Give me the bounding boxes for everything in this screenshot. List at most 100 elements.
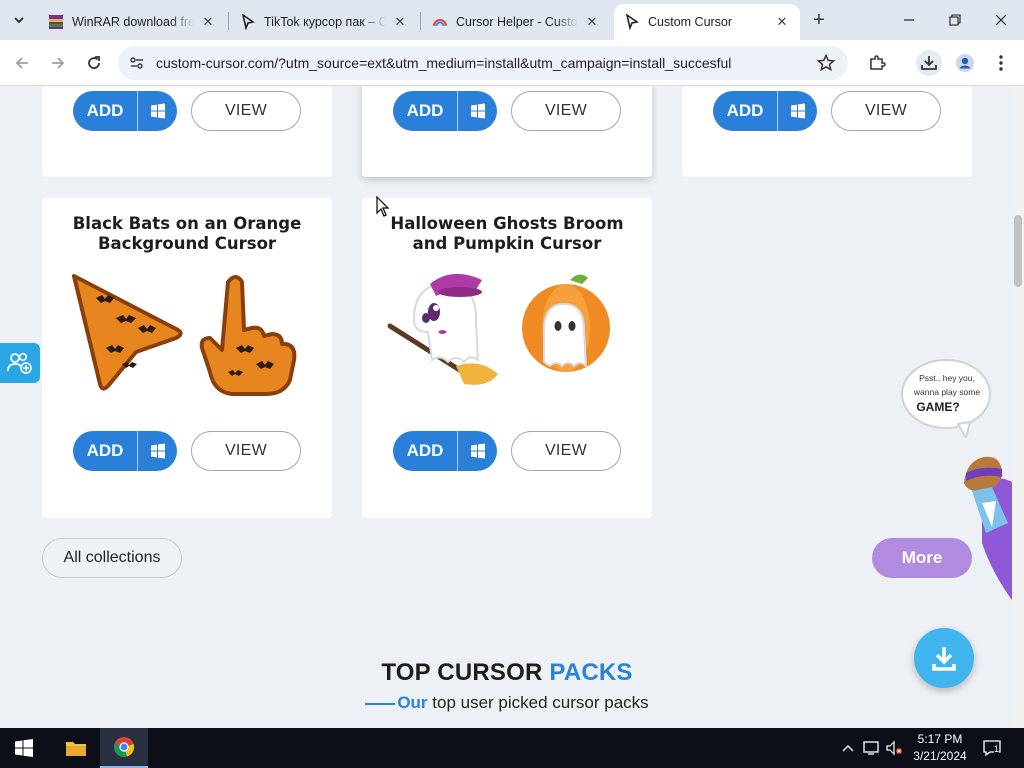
- profile-button[interactable]: [952, 50, 978, 76]
- downloads-button[interactable]: [916, 50, 942, 76]
- tab-separator: [228, 12, 229, 30]
- add-button[interactable]: ADD: [713, 91, 817, 131]
- arrow-left-icon: [15, 57, 28, 69]
- windows-icon[interactable]: [457, 431, 497, 471]
- bubble-text-3: GAME?: [916, 400, 960, 414]
- view-button[interactable]: VIEW: [511, 91, 621, 131]
- chrome-taskbar-button[interactable]: [100, 728, 148, 768]
- minimize-icon: [904, 19, 914, 21]
- section-subtitle: Our top user picked cursor packs: [0, 693, 1014, 713]
- accent-line: [365, 702, 396, 705]
- chevron-down-icon: [14, 17, 24, 24]
- add-label: ADD: [726, 101, 764, 120]
- community-widget-button[interactable]: [0, 343, 40, 383]
- close-icon[interactable]: ✕: [584, 14, 600, 30]
- close-window-button[interactable]: [978, 0, 1024, 40]
- site-settings-icon[interactable]: [128, 54, 146, 72]
- section-title-accent: PACKS: [549, 659, 633, 686]
- scrollbar-thumb[interactable]: [1014, 215, 1022, 287]
- page-viewport: ADD VIEW ADD VIEW ADD VIEW Black Bats on…: [0, 87, 1024, 728]
- bat-cursor-image: [72, 274, 297, 396]
- section-subtitle-accent: Our: [397, 693, 428, 712]
- address-bar[interactable]: custom-cursor.com/?utm_source=ext&utm_me…: [118, 46, 848, 80]
- close-icon[interactable]: ✕: [200, 14, 216, 30]
- view-button[interactable]: VIEW: [511, 431, 621, 471]
- tab-cursor-helper[interactable]: Cursor Helper - Custom ✕: [422, 4, 610, 40]
- notification-count: 1: [994, 744, 1000, 754]
- network-icon[interactable]: [862, 738, 882, 758]
- arrow-right-icon: [52, 57, 65, 69]
- download-icon: [932, 647, 956, 671]
- game-promo-bubble[interactable]: Psst.. hey you, wanna play some GAME?: [900, 358, 992, 438]
- download-icon: [921, 56, 937, 70]
- notification-center-button[interactable]: 1: [982, 738, 1002, 758]
- system-clock[interactable]: 5:17 PM 3/21/2024: [908, 731, 972, 765]
- restore-icon: [949, 14, 961, 26]
- back-button[interactable]: [8, 49, 36, 77]
- tab-title: WinRAR download free: [72, 15, 194, 29]
- add-button[interactable]: ADD: [393, 431, 497, 471]
- close-icon: [995, 14, 1007, 26]
- page-scrollbar[interactable]: [1012, 87, 1024, 728]
- tab-custom-cursor[interactable]: Custom Cursor ✕: [614, 4, 800, 40]
- ninja-character-image[interactable]: [952, 443, 1014, 603]
- clock-time: 5:17 PM: [917, 732, 963, 746]
- windows-icon[interactable]: [457, 91, 497, 131]
- all-collections-button[interactable]: All collections: [42, 538, 182, 578]
- forward-button[interactable]: [44, 49, 72, 77]
- puzzle-icon: [870, 55, 886, 70]
- download-fab-button[interactable]: [914, 628, 974, 688]
- folder-icon: [66, 742, 86, 756]
- tab-title: Cursor Helper - Custom: [456, 15, 578, 29]
- windows-icon[interactable]: [137, 91, 177, 131]
- chrome-icon: [114, 737, 135, 757]
- cursor-card-black-bats[interactable]: Black Bats on an Orange Background Curso…: [42, 198, 332, 518]
- add-button[interactable]: ADD: [73, 431, 177, 471]
- add-label: ADD: [86, 441, 124, 460]
- volume-muted-icon[interactable]: [884, 738, 904, 758]
- cursor-card-halloween-ghosts[interactable]: Halloween Ghosts Broom and Pumpkin Curso…: [362, 198, 652, 518]
- close-icon[interactable]: ✕: [392, 14, 408, 30]
- reload-icon: [88, 56, 100, 69]
- windows-taskbar: 5:17 PM 3/21/2024 1: [0, 728, 1024, 768]
- add-button[interactable]: ADD: [393, 91, 497, 131]
- cursor-card: ADD VIEW: [42, 87, 332, 177]
- windows-icon[interactable]: [777, 91, 817, 131]
- bubble-text-1: Psst.. hey you,: [919, 373, 975, 383]
- bubble-text-2: wanna play some: [913, 387, 981, 397]
- restore-button[interactable]: [932, 0, 978, 40]
- file-explorer-button[interactable]: [52, 728, 100, 768]
- avatar-icon: [956, 54, 974, 72]
- cursor-card: ADD VIEW: [682, 87, 972, 177]
- card-title: Black Bats on an Orange Background Curso…: [72, 214, 302, 253]
- section-subtitle-text: top user picked cursor packs: [427, 693, 649, 712]
- minimize-button[interactable]: [886, 0, 932, 40]
- extensions-button[interactable]: [864, 50, 890, 76]
- view-button[interactable]: VIEW: [831, 91, 941, 131]
- section-title: TOP CURSOR PACKS: [0, 659, 1014, 687]
- bookmark-star-icon[interactable]: [816, 53, 836, 73]
- show-hidden-icons-icon[interactable]: [838, 738, 858, 758]
- start-button[interactable]: [0, 728, 48, 768]
- windows-icon[interactable]: [137, 431, 177, 471]
- close-icon[interactable]: ✕: [774, 14, 790, 30]
- mouse-pointer-icon: [376, 196, 390, 217]
- view-button[interactable]: VIEW: [191, 91, 301, 131]
- view-button[interactable]: VIEW: [191, 431, 301, 471]
- browser-menu-button[interactable]: [988, 50, 1014, 76]
- windows-logo-icon: [15, 739, 33, 757]
- cursor-card: ADD VIEW: [362, 87, 652, 177]
- speech-bubble-icon: [901, 359, 991, 438]
- reload-button[interactable]: [80, 49, 108, 77]
- url-text[interactable]: custom-cursor.com/?utm_source=ext&utm_me…: [156, 55, 731, 71]
- tab-tiktok-cursor[interactable]: TikTok курсор пак – Cu ✕: [230, 4, 418, 40]
- add-label: ADD: [86, 101, 124, 120]
- tab-strip: WinRAR download free ✕ TikTok курсор пак…: [0, 0, 1024, 40]
- tab-title: Custom Cursor: [648, 15, 733, 29]
- add-label: ADD: [406, 101, 444, 120]
- add-button[interactable]: ADD: [73, 91, 177, 131]
- add-label: ADD: [406, 441, 444, 460]
- new-tab-button[interactable]: +: [808, 9, 830, 31]
- tab-winrar[interactable]: WinRAR download free ✕: [38, 4, 226, 40]
- tab-search-button[interactable]: [6, 7, 32, 33]
